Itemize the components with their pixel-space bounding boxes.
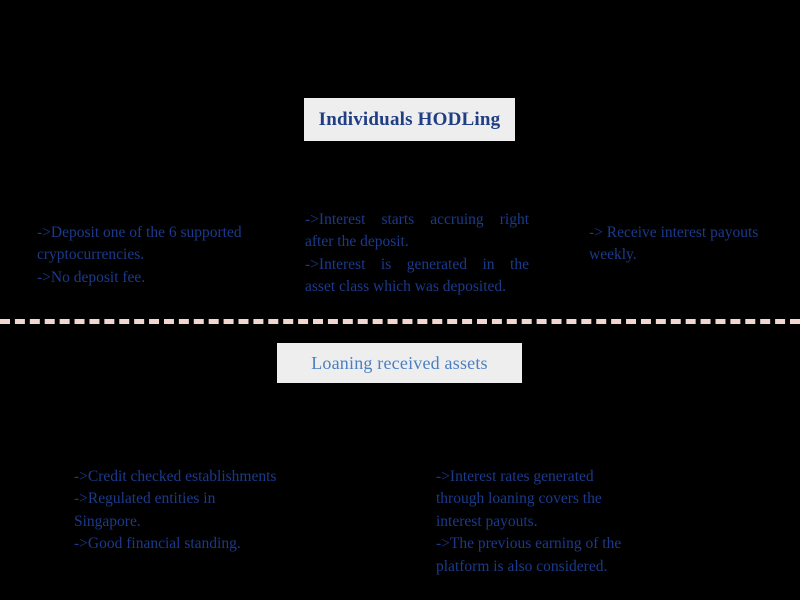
note-deposit-line-3: ->No deposit fee. (37, 268, 146, 286)
note-interest-accrual: ->Interest starts accruing right after t… (305, 209, 529, 299)
note-interest-line-2: after the deposit. (305, 233, 409, 251)
note-rates-line-4: ->The previous earning of the (436, 535, 622, 553)
header-box-individuals-label: Individuals HODLing (318, 108, 501, 130)
header-box-loaning-label: Loaning received assets (311, 352, 488, 373)
note-payouts-line-2: weekly. (589, 246, 637, 264)
diagram-canvas: Individuals HODLing ->Deposit one of the… (0, 0, 800, 600)
note-interest-payouts: -> Receive interest payouts weekly. (589, 222, 785, 267)
dashed-divider (0, 319, 800, 324)
note-rates-line-1: ->Interest rates generated (436, 468, 594, 485)
note-credit-line-1: ->Credit checked establishments (74, 468, 277, 485)
note-credit-line-2: ->Regulated entities in (74, 490, 216, 508)
note-deposit-line-2: cryptocurrencies. (37, 246, 145, 264)
note-rates-line-3: interest payouts. (436, 512, 538, 530)
note-deposit: ->Deposit one of the 6 supported cryptoc… (37, 222, 269, 289)
note-rates-line-5: platform is also considered. (436, 557, 608, 575)
note-interest-rate-coverage: ->Interest rates generated through loani… (436, 466, 652, 578)
note-interest-line-1: ->Interest starts accruing right (305, 211, 529, 228)
note-interest-line-3: ->Interest is generated in the (305, 255, 529, 273)
note-credit-line-3: Singapore. (74, 512, 141, 530)
note-rates-line-2: through loaning covers the (436, 490, 602, 508)
header-box-individuals-hodling: Individuals HODLing (304, 98, 515, 141)
header-box-loaning-received-assets: Loaning received assets (277, 343, 522, 383)
note-credit-line-4: ->Good financial standing. (74, 535, 241, 553)
note-borrower-criteria: ->Credit checked establishments ->Regula… (74, 466, 304, 556)
note-interest-line-4: asset class which was deposited. (305, 278, 507, 296)
note-payouts-line-1: -> Receive interest payouts (589, 224, 759, 241)
note-deposit-line-1: ->Deposit one of the 6 supported (37, 224, 242, 241)
